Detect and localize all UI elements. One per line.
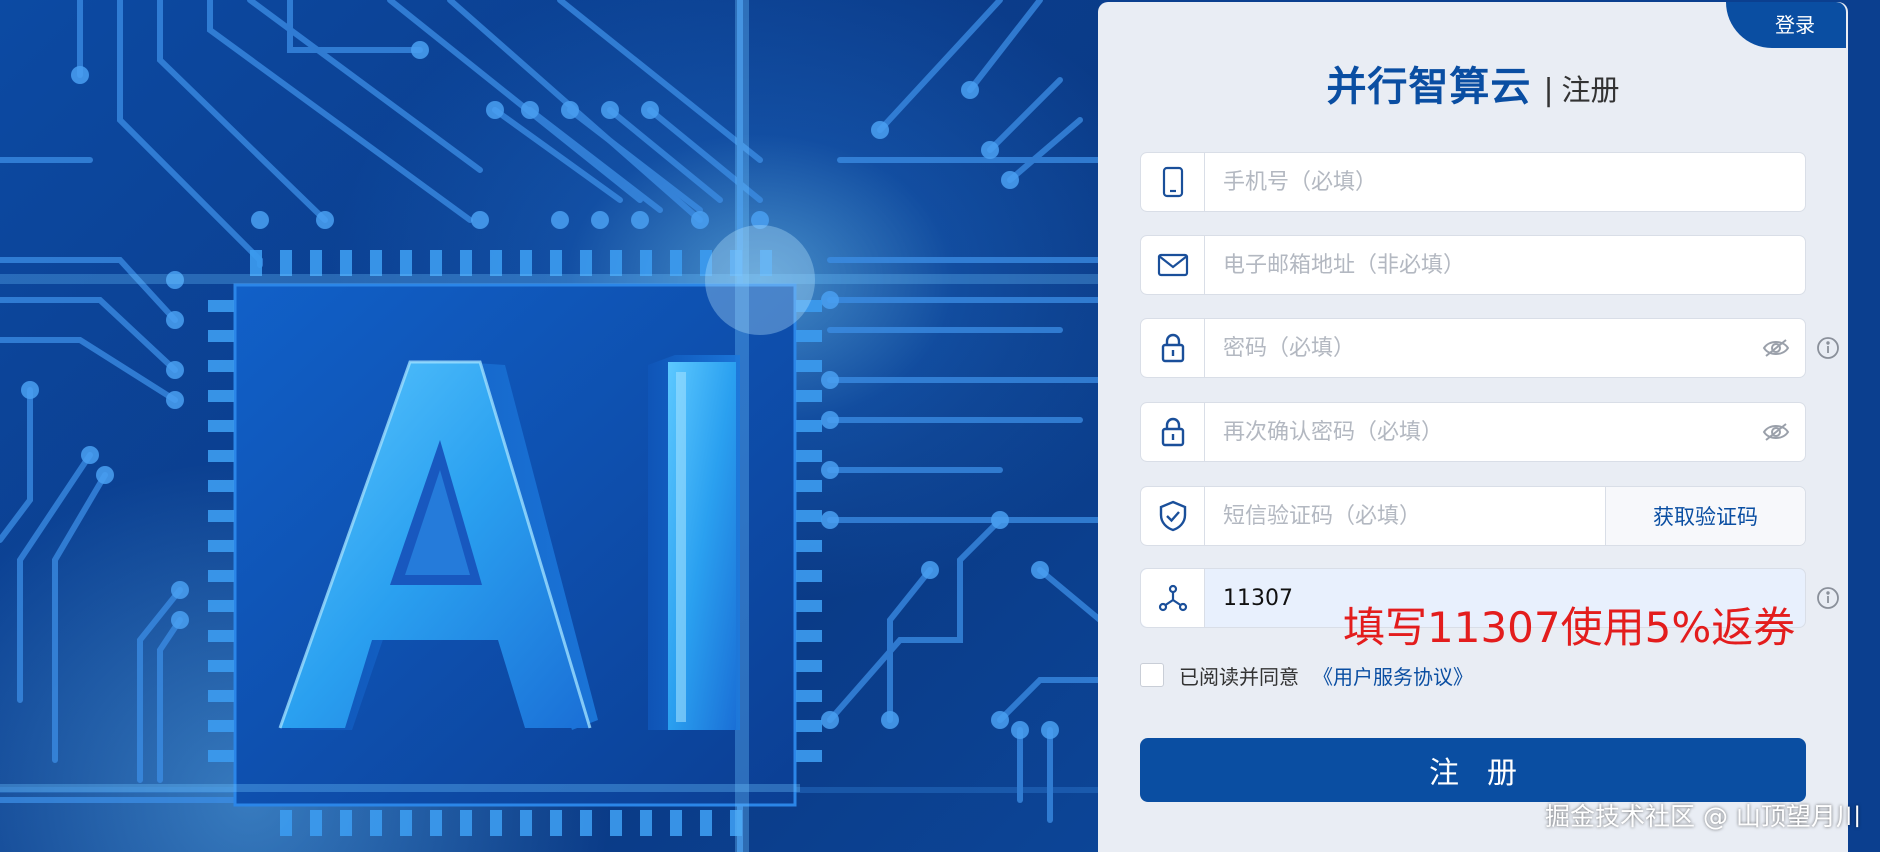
shield-check-icon — [1141, 487, 1205, 545]
sms-code-input[interactable] — [1205, 487, 1605, 545]
hero-letter-i — [648, 355, 740, 730]
confirm-password-field — [1140, 402, 1806, 462]
password-field — [1140, 318, 1806, 378]
agreement-row: 已阅读并同意 《用户服务协议》 — [1140, 660, 1473, 690]
confirm-password-input[interactable] — [1205, 403, 1747, 461]
phone-icon — [1141, 153, 1205, 211]
brand-name: 并行智算云 — [1326, 64, 1532, 110]
email-input[interactable] — [1205, 236, 1805, 294]
user-agreement-link[interactable]: 《用户服务协议》 — [1313, 661, 1473, 690]
eye-off-icon[interactable] — [1747, 403, 1805, 461]
agreement-text: 已阅读并同意 — [1179, 664, 1299, 689]
phone-input[interactable] — [1205, 153, 1805, 211]
get-code-button[interactable]: 获取验证码 — [1605, 487, 1805, 545]
email-field — [1140, 235, 1806, 295]
sms-code-field: 获取验证码 — [1140, 486, 1806, 546]
register-button[interactable]: 注册 — [1140, 738, 1806, 802]
page-subtitle: 注册 — [1561, 73, 1620, 107]
register-panel: 登录 并行智算云 | 注册 手机号（必填） 电子邮箱地址（非必填） 短信验证码（… — [1098, 2, 1848, 852]
page-title: 并行智算云 | 注册 — [1098, 54, 1848, 112]
phone-field — [1140, 152, 1806, 212]
invite-info-icon[interactable] — [1816, 586, 1840, 610]
watermark: 掘金技术社区 @ 山顶望月川 — [1545, 802, 1861, 831]
lock-icon — [1141, 403, 1205, 461]
register-page: 登录 并行智算云 | 注册 手机号（必填） 电子邮箱地址（非必填） 短信验证码（… — [0, 0, 1880, 852]
mail-icon — [1141, 236, 1205, 294]
promo-annotation: 填写11307使用5%返券 — [1343, 603, 1796, 652]
circuit-illustration — [0, 0, 1100, 852]
hero-background — [0, 0, 1100, 852]
network-icon — [1141, 569, 1205, 627]
lock-icon — [1141, 319, 1205, 377]
password-input[interactable] — [1205, 319, 1747, 377]
eye-off-icon[interactable] — [1747, 319, 1805, 377]
agreement-checkbox[interactable] — [1140, 663, 1164, 687]
password-info-icon[interactable] — [1816, 336, 1840, 360]
title-separator: | — [1543, 73, 1554, 108]
login-tab-button[interactable]: 登录 — [1726, 2, 1846, 48]
